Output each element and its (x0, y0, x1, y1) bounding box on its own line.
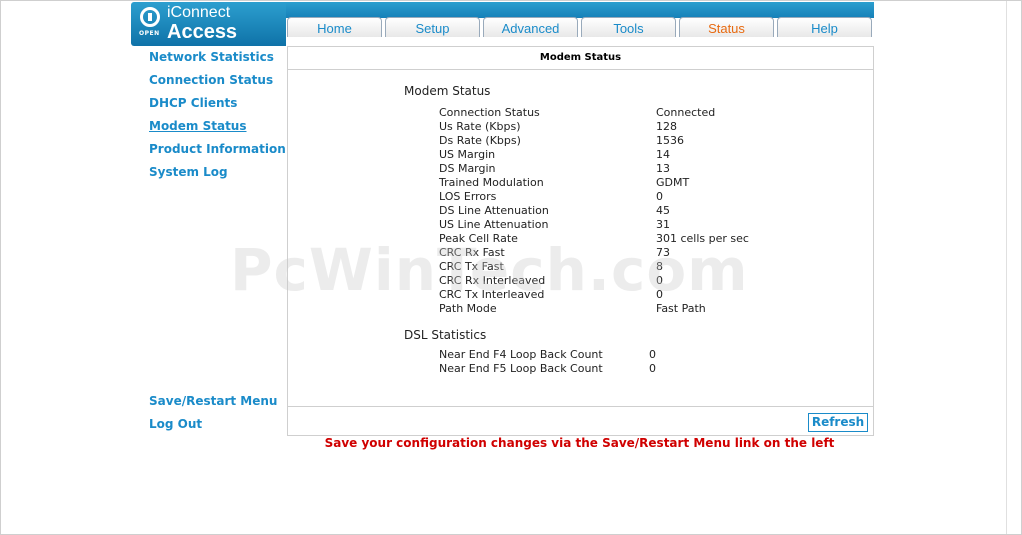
save-config-notice: Save your configuration changes via the … (324, 436, 835, 450)
tab-advanced[interactable]: Advanced (483, 17, 578, 37)
watermark: PcWinTech.com (230, 236, 749, 304)
row-value: 1536 (656, 134, 684, 147)
tab-home[interactable]: Home (287, 17, 382, 37)
row-value: Connected (656, 106, 716, 119)
row-key: DS Line Attenuation (439, 204, 549, 217)
sidebar-item-connection-status[interactable]: Connection Status (149, 72, 273, 88)
vertical-scrollbar[interactable] (1006, 1, 1021, 534)
modem-section-title: Modem Status (404, 84, 491, 98)
row-key: Ds Rate (Kbps) (439, 134, 521, 147)
row-key: US Margin (439, 148, 496, 161)
row-key: Connection Status (439, 106, 540, 119)
row-key: DS Margin (439, 162, 496, 175)
row-key: Trained Modulation (439, 176, 544, 189)
row-key: Near End F5 Loop Back Count (439, 362, 603, 375)
panel-header: Modem Status (288, 47, 873, 70)
main-tabs: Home Setup Advanced Tools Status Help (287, 17, 876, 39)
refresh-button[interactable]: Refresh (808, 413, 868, 432)
tab-setup[interactable]: Setup (385, 17, 480, 37)
row-value: 128 (656, 120, 677, 133)
tab-help[interactable]: Help (777, 17, 872, 37)
row-value: 45 (656, 204, 670, 217)
sidebar-item-save-restart-menu[interactable]: Save/Restart Menu (149, 393, 277, 409)
power-ring-icon (140, 7, 160, 27)
tab-tools[interactable]: Tools (581, 17, 676, 37)
sidebar-item-dhcp-clients[interactable]: DHCP Clients (149, 95, 237, 111)
logo-subtitle: Access (167, 21, 238, 43)
row-value: 0 (649, 348, 656, 361)
sidebar-item-network-statistics[interactable]: Network Statistics (149, 49, 274, 65)
sidebar-item-product-information[interactable]: Product Information (149, 141, 286, 157)
top-banner (286, 2, 874, 18)
row-key: LOS Errors (439, 190, 497, 203)
row-key: Near End F4 Loop Back Count (439, 348, 603, 361)
panel-footer-divider (288, 406, 873, 407)
sidebar-item-system-log[interactable]: System Log (149, 164, 228, 180)
row-value: 31 (656, 218, 670, 231)
row-value: 13 (656, 162, 670, 175)
row-value: 0 (649, 362, 656, 375)
row-value: GDMT (656, 176, 690, 189)
row-key: US Line Attenuation (439, 218, 549, 231)
sidebar-item-modem-status[interactable]: Modem Status (149, 118, 247, 134)
row-value: 14 (656, 148, 670, 161)
logo-title: iConnect (167, 4, 231, 21)
logo-badge: OPEN (139, 30, 160, 37)
row-value: 0 (656, 190, 663, 203)
dsl-section-title: DSL Statistics (404, 328, 487, 342)
iconnect-logo: OPEN iConnect Access (131, 2, 286, 46)
tab-status[interactable]: Status (679, 17, 774, 37)
row-key: Us Rate (Kbps) (439, 120, 521, 133)
sidebar-item-log-out[interactable]: Log Out (149, 416, 202, 432)
